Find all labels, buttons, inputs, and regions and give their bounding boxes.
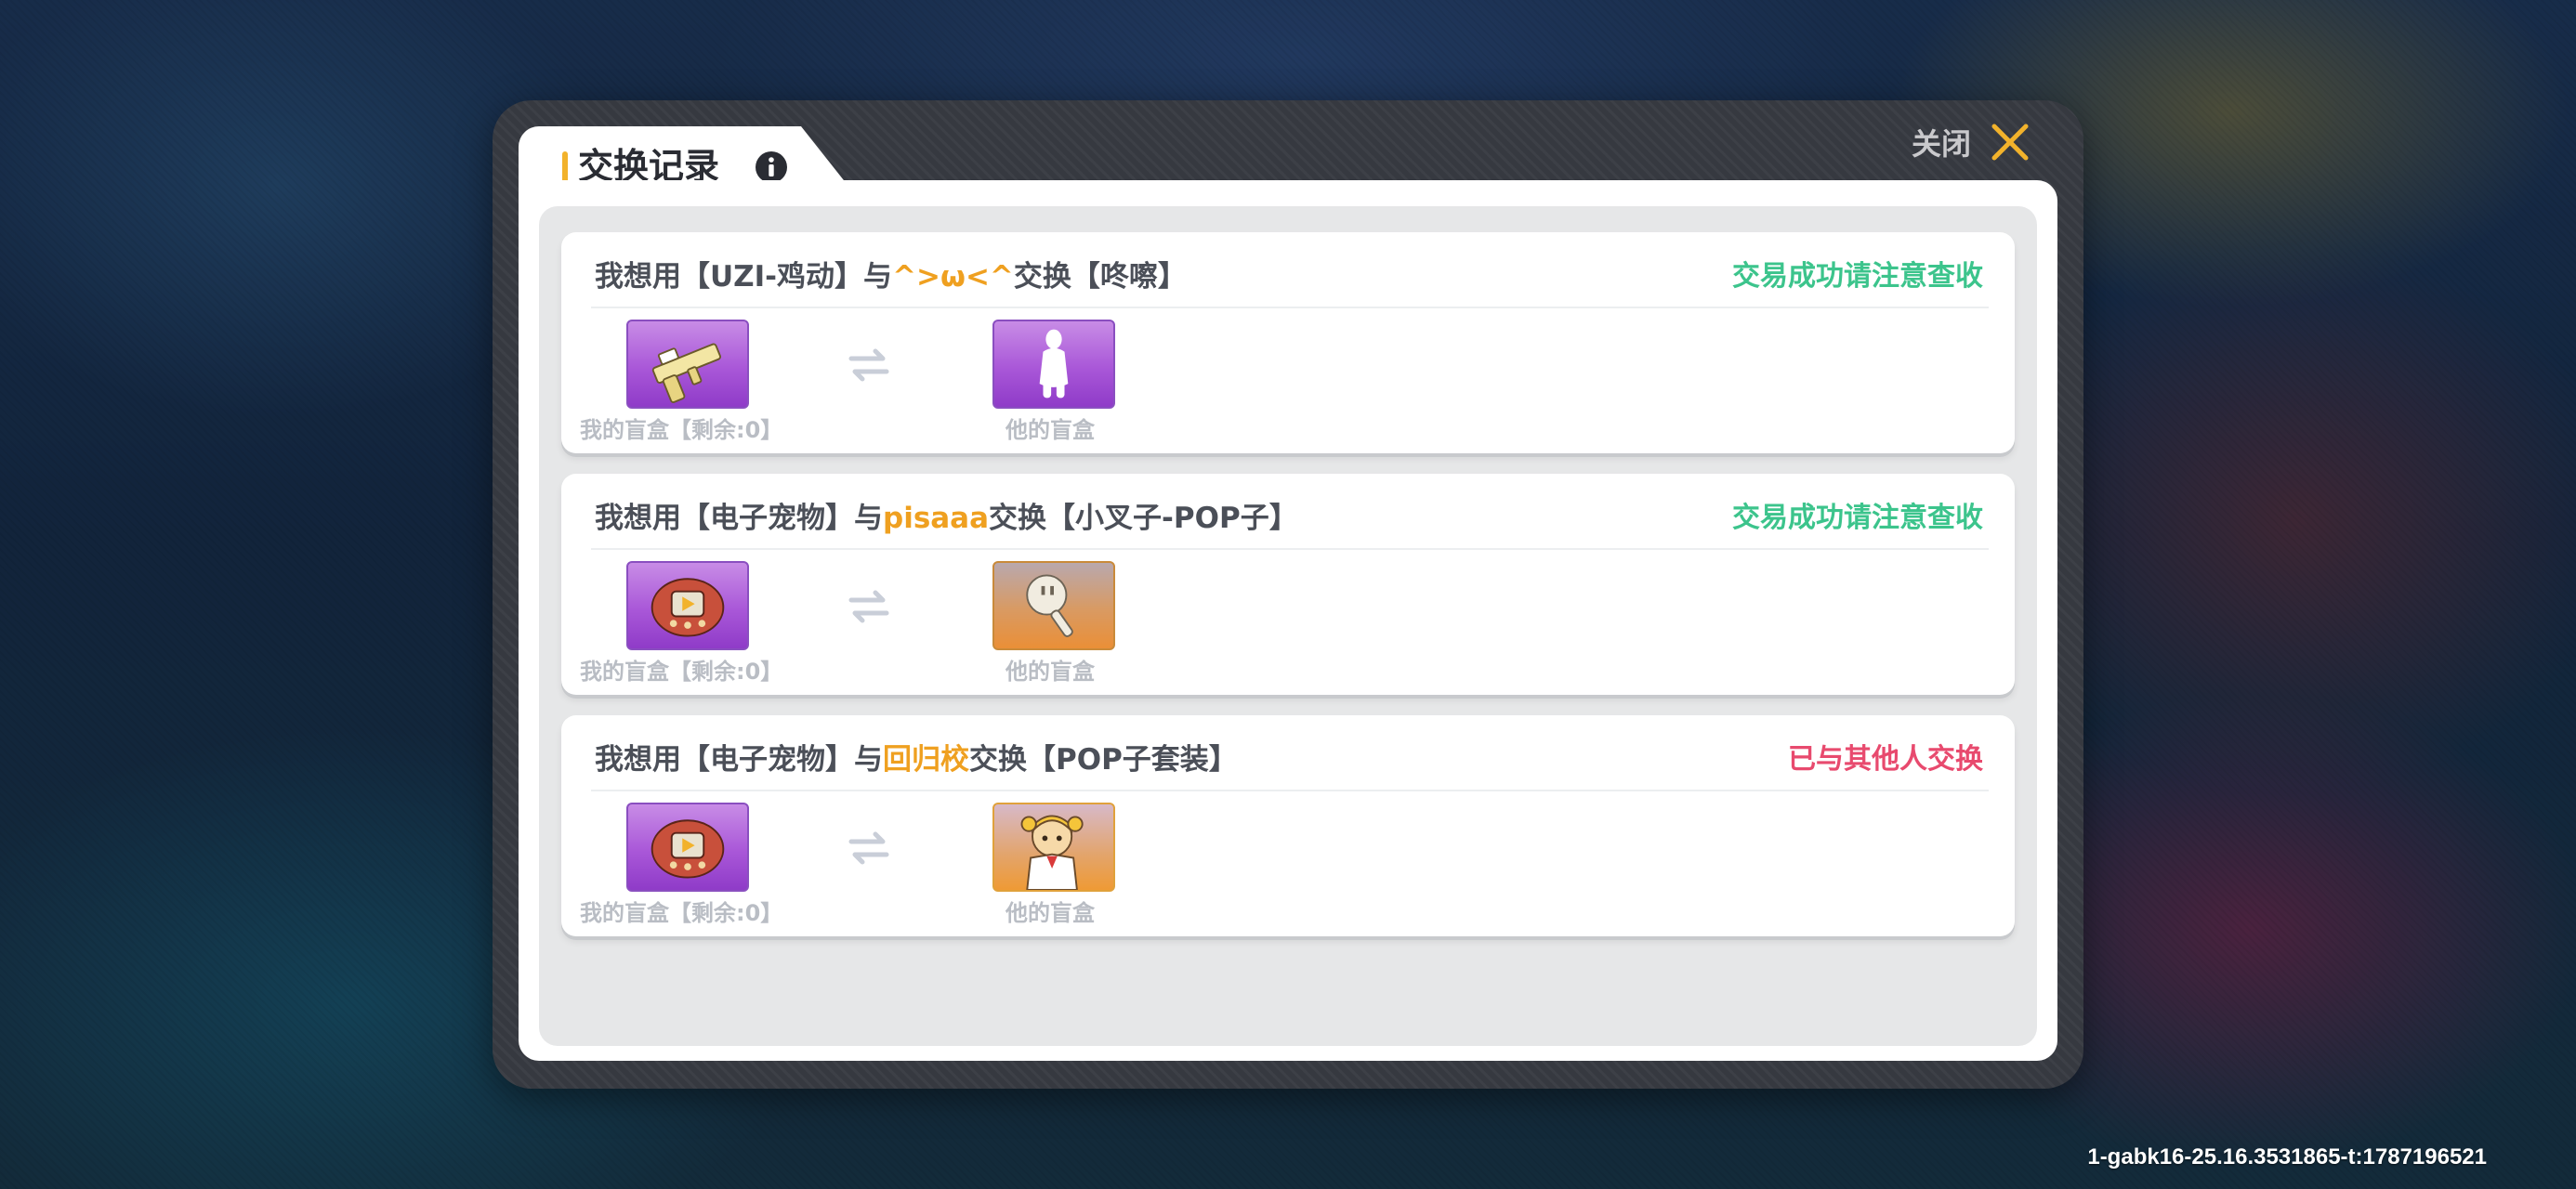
his-blind-box-item[interactable] (992, 561, 1115, 650)
divider (591, 307, 1989, 308)
fork-icon (1026, 574, 1073, 637)
my-box-caption: 我的盲盒【剩余:0】 (580, 900, 783, 926)
electronic-pet-icon (651, 819, 725, 879)
record-prefix: 我想用【UZI-鸡动】与 (595, 260, 893, 294)
record-description: 我想用【电子宠物】与pisaaa交换【小叉子-POP子】 (595, 498, 1298, 539)
pop-character-icon (1020, 815, 1084, 890)
swap-arrows-icon (848, 831, 889, 865)
character-silhouette-icon (1039, 329, 1069, 399)
record-card: 我想用【电子宠物】与pisaaa交换【小叉子-POP子】 交易成功请注意查收 我… (561, 474, 2015, 695)
my-blind-box-item[interactable] (626, 320, 749, 409)
swap-arrows-icon (848, 348, 889, 382)
record-suffix: 交换【咚嚓】 (1013, 260, 1187, 294)
partner-name[interactable]: ^>ω<^ (892, 260, 1014, 294)
record-prefix: 我想用【电子宠物】与 (595, 743, 883, 777)
record-card: 我想用【电子宠物】与回归校交换【POP子套装】 已与其他人交换 我的盲盒【剩余:… (561, 715, 2015, 936)
partner-name[interactable]: 回归校 (883, 743, 969, 777)
record-suffix: 交换【小叉子-POP子】 (989, 502, 1298, 535)
record-suffix: 交换【POP子套装】 (969, 743, 1238, 777)
close-icon[interactable] (1989, 121, 2031, 163)
my-blind-box-item[interactable] (626, 803, 749, 892)
record-prefix: 我想用【电子宠物】与 (595, 502, 883, 535)
status-badge: 交易成功请注意查收 (1732, 260, 1983, 293)
his-box-caption: 他的盲盒 (1005, 417, 1095, 443)
his-box-caption: 他的盲盒 (1005, 659, 1095, 685)
close-label[interactable]: 关闭 (1912, 124, 1971, 164)
my-box-caption: 我的盲盒【剩余:0】 (580, 417, 783, 443)
record-description: 我想用【电子宠物】与回归校交换【POP子套装】 (595, 739, 1238, 780)
his-box-caption: 他的盲盒 (1005, 900, 1095, 926)
version-text: 1-gabk16-25.16.3531865-t:1787196521 (2087, 1144, 2487, 1169)
partner-name[interactable]: pisaaa (883, 502, 989, 535)
electronic-pet-icon (651, 578, 725, 637)
divider (591, 548, 1989, 550)
title-accent-bar (562, 151, 568, 183)
status-badge: 交易成功请注意查收 (1732, 502, 1983, 534)
divider (591, 790, 1989, 791)
my-blind-box-item[interactable] (626, 561, 749, 650)
swap-arrows-icon (848, 590, 889, 623)
my-box-caption: 我的盲盒【剩余:0】 (580, 659, 783, 685)
record-description: 我想用【UZI-鸡动】与^>ω<^交换【咚嚓】 (595, 256, 1187, 297)
info-icon[interactable] (755, 150, 788, 184)
his-blind-box-item[interactable] (992, 803, 1115, 892)
his-blind-box-item[interactable] (992, 320, 1115, 409)
record-card: 我想用【UZI-鸡动】与^>ω<^交换【咚嚓】 交易成功请注意查收 我的盲盒【剩… (561, 232, 2015, 453)
status-badge: 已与其他人交换 (1788, 743, 1983, 776)
gun-icon (651, 343, 722, 403)
